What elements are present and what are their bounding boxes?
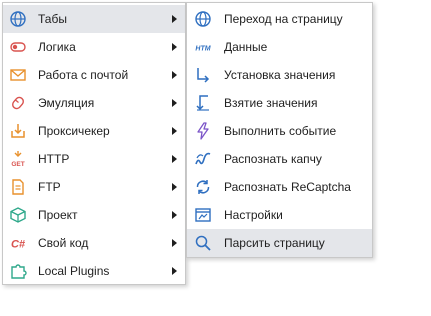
envelope-icon (9, 66, 27, 84)
submenu-item-label: Распознать капчу (224, 152, 322, 166)
menu-item-label: Работа с почтой (38, 68, 129, 82)
menu-item-label: Свой код (38, 236, 89, 250)
ftp-file-icon (9, 178, 27, 196)
submenu-item-label: Установка значения (224, 68, 336, 82)
submenu-item-label: Выполнить событие (224, 124, 337, 138)
toggle-icon (9, 38, 27, 56)
menu-item-tabs[interactable]: Табы (3, 5, 185, 33)
submenu-arrow-icon (172, 15, 177, 23)
menu-item-label: HTTP (38, 152, 70, 166)
submenu-arrow-icon (172, 155, 177, 163)
menu-item-mail[interactable]: Работа с почтой (3, 61, 185, 89)
submenu-item-label: Парсить страницу (224, 236, 325, 250)
submenu-item-label: Взятие значения (224, 96, 318, 110)
submenu-item-label: Распознать ReCaptcha (224, 180, 351, 194)
mouse-icon (9, 94, 27, 112)
lightning-icon (194, 122, 212, 140)
submenu-item-recognize-recaptcha[interactable]: Распознать ReCaptcha (187, 173, 372, 201)
http-get-icon: GET (9, 150, 27, 168)
globe-icon (9, 10, 27, 28)
html-icon-text: HTM (195, 46, 210, 53)
arrow-get-value-icon (194, 94, 212, 112)
menu-item-ftp[interactable]: FTP (3, 173, 185, 201)
menu-item-custom-code[interactable]: C# Свой код (3, 229, 185, 257)
recaptcha-icon (194, 178, 212, 196)
window-settings-icon (194, 206, 212, 224)
menu-item-project[interactable]: Проект (3, 201, 185, 229)
menu-item-label: Табы (38, 12, 67, 26)
menu-item-label: Эмуляция (38, 96, 95, 110)
menu-item-label: Логика (38, 40, 76, 54)
menu-item-label: Проект (38, 208, 78, 222)
menu-item-emulation[interactable]: Эмуляция (3, 89, 185, 117)
submenu-item-set-value[interactable]: Установка значения (187, 61, 372, 89)
magnifier-icon (194, 234, 212, 252)
captcha-icon (194, 150, 212, 168)
submenu-arrow-icon (172, 43, 177, 51)
menu-item-label: Проксичекер (38, 124, 110, 138)
submenu-arrow-icon (172, 71, 177, 79)
globe-icon (194, 10, 212, 28)
submenu-item-get-value[interactable]: Взятие значения (187, 89, 372, 117)
submenu-item-navigate[interactable]: Переход на страницу (187, 5, 372, 33)
submenu-arrow-icon (172, 267, 177, 275)
http-get-icon-text: GET (11, 161, 24, 168)
main-context-menu: Табы Логика Работа с почтой Эмуляция Про… (2, 2, 186, 285)
submenu-item-label: Данные (224, 40, 268, 54)
submenu-item-label: Переход на страницу (224, 12, 343, 26)
tabs-submenu: Переход на страницу HTM Данные Установка… (186, 2, 373, 258)
submenu-arrow-icon (172, 211, 177, 219)
submenu-item-label: Настройки (224, 208, 283, 222)
menu-item-label: Local Plugins (38, 264, 110, 278)
menu-item-http[interactable]: GET HTTP (3, 145, 185, 173)
submenu-arrow-icon (172, 239, 177, 247)
menu-item-label: FTP (38, 180, 61, 194)
submenu-item-recognize-captcha[interactable]: Распознать капчу (187, 145, 372, 173)
html-icon: HTM (194, 38, 212, 56)
proxy-checker-icon (9, 122, 27, 140)
submenu-arrow-icon (172, 99, 177, 107)
menu-item-logic[interactable]: Логика (3, 33, 185, 61)
arrow-set-value-icon (194, 66, 212, 84)
submenu-arrow-icon (172, 127, 177, 135)
menu-item-proxy-checker[interactable]: Проксичекер (3, 117, 185, 145)
submenu-item-settings[interactable]: Настройки (187, 201, 372, 229)
menu-item-local-plugins[interactable]: Local Plugins (3, 257, 185, 285)
cube-icon (9, 206, 27, 224)
puzzle-icon (9, 262, 27, 280)
csharp-icon-text: C# (11, 239, 26, 251)
submenu-item-fire-event[interactable]: Выполнить событие (187, 117, 372, 145)
submenu-item-data[interactable]: HTM Данные (187, 33, 372, 61)
submenu-arrow-icon (172, 183, 177, 191)
submenu-item-parse-page[interactable]: Парсить страницу (187, 229, 372, 257)
csharp-icon: C# (9, 234, 27, 252)
